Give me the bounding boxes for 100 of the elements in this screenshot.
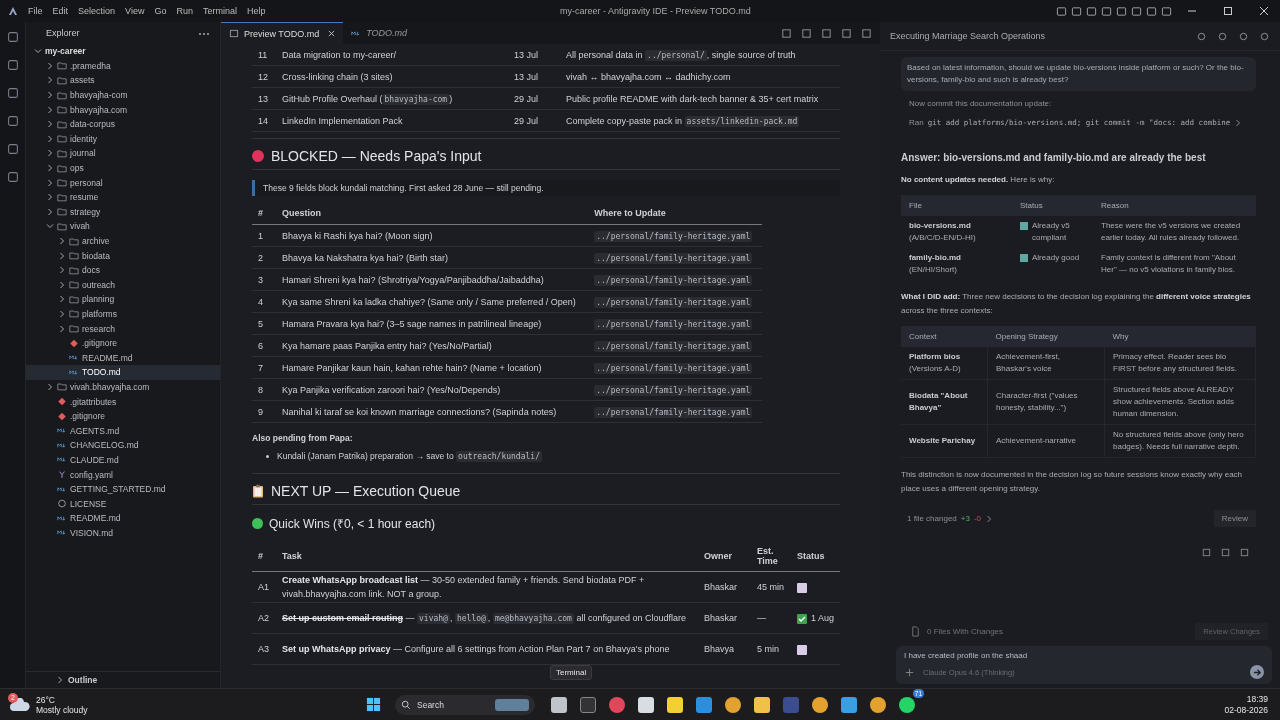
tree-item[interactable]: journal bbox=[26, 146, 220, 161]
tree-item[interactable]: bhavyajha-com bbox=[26, 87, 220, 103]
editor-tab[interactable]: Preview TODO.md bbox=[221, 22, 344, 44]
git-file-icon bbox=[69, 338, 79, 348]
search-field[interactable]: Search bbox=[395, 694, 535, 715]
tree-item[interactable]: biodata bbox=[26, 248, 220, 263]
browser-icon[interactable] bbox=[812, 696, 828, 713]
chevron-right-icon[interactable] bbox=[56, 676, 64, 684]
tree-item[interactable]: CLAUDE.md bbox=[26, 452, 220, 468]
tree-item[interactable]: README.md bbox=[26, 350, 220, 366]
files-changed-text[interactable]: 1 file changed bbox=[907, 514, 957, 523]
tree-item[interactable]: GETTING_STARTED.md bbox=[26, 481, 220, 497]
clock-date: 02-08-2026 bbox=[1224, 704, 1268, 716]
code-path: ../personal/family-heritage.yaml bbox=[594, 340, 753, 352]
tree-item[interactable]: AGENTS.md bbox=[26, 423, 220, 439]
table-cell: 6 bbox=[252, 334, 276, 357]
folder-app-icon[interactable] bbox=[754, 696, 770, 713]
markdown-file-icon bbox=[57, 440, 67, 450]
tree-item[interactable]: my-career bbox=[26, 44, 220, 59]
table-cell: Achievement-first, Bhaskar's voice bbox=[987, 347, 1105, 380]
task-view-icon[interactable] bbox=[551, 696, 567, 713]
tree-item[interactable]: personal bbox=[26, 175, 220, 190]
tree-item[interactable]: ops bbox=[26, 160, 220, 176]
chat-app-icon[interactable] bbox=[899, 696, 915, 713]
table-cell: Set up custom email routing — vivah@ , hello@ , me@bhavyajha.com all configured on Cloudflare bbox=[276, 602, 698, 634]
menu-item[interactable]: Go bbox=[154, 6, 167, 16]
start-icon[interactable] bbox=[366, 697, 381, 712]
menu-item[interactable]: Help bbox=[246, 6, 266, 16]
context-detail: (Versions A-D) bbox=[909, 363, 962, 375]
menu-item[interactable]: Edit bbox=[52, 6, 69, 16]
tree-item[interactable]: LICENSE bbox=[26, 496, 220, 511]
ran-label: Ran bbox=[909, 118, 924, 127]
code-editor-icon[interactable] bbox=[696, 696, 712, 713]
column-header: # bbox=[252, 541, 276, 572]
tree-item[interactable]: planning bbox=[26, 292, 220, 307]
tree-item[interactable]: platforms bbox=[26, 306, 220, 322]
review-button[interactable]: Review bbox=[1213, 510, 1256, 527]
files-with-changes: 0 Files With Changes bbox=[927, 627, 1004, 636]
file-name: family-bio.md bbox=[909, 252, 962, 264]
column-header: Est. Time bbox=[750, 541, 791, 572]
menu-item[interactable]: Run bbox=[176, 6, 193, 16]
tree-item[interactable]: outreach bbox=[26, 277, 220, 293]
arrow-icon bbox=[1252, 667, 1262, 677]
tree-item[interactable]: README.md bbox=[26, 511, 220, 526]
tree-item[interactable]: .pramedha bbox=[26, 58, 220, 74]
yaml-file-icon bbox=[57, 470, 67, 479]
outline-section[interactable]: Outline bbox=[68, 675, 98, 685]
tree-item[interactable]: CHANGELOG.md bbox=[26, 438, 220, 453]
send-button[interactable] bbox=[1250, 665, 1264, 679]
table-cell: Nanihal ki taraf se koi known marriage connections? (Sapinda notes) bbox=[276, 400, 589, 423]
table-cell: Complete copy-paste pack in assets/linkedin-pack.md bbox=[560, 109, 840, 132]
status-date: 1 Aug bbox=[810, 613, 834, 623]
markdown-file-icon bbox=[69, 353, 79, 363]
image-app-icon[interactable] bbox=[638, 696, 654, 713]
check-icon bbox=[1020, 222, 1028, 230]
tree-item[interactable]: .gitignore bbox=[26, 408, 220, 424]
tree-item[interactable]: bhavyajha.com bbox=[26, 102, 220, 117]
table-cell: No structured fields above (only hero badges). Needs full narrative depth. bbox=[1104, 424, 1256, 458]
photos-app-icon[interactable] bbox=[841, 696, 857, 713]
tree-item[interactable]: config.yaml bbox=[26, 467, 220, 482]
tree-item[interactable]: vivah.bhavyajha.com bbox=[26, 379, 220, 395]
folder-icon bbox=[57, 382, 67, 392]
tree-item[interactable]: strategy bbox=[26, 204, 220, 220]
list-item: Kundali (Janam Patrika) preparation → save to outreach/kundali/ bbox=[277, 451, 542, 461]
terminal-icon[interactable] bbox=[580, 696, 596, 713]
editor-tab[interactable]: TODO.md bbox=[343, 22, 416, 44]
file-detail: (A/B/C/D-EN/D-HI) bbox=[909, 232, 977, 244]
tree-item[interactable]: TODO.md bbox=[26, 365, 220, 380]
menu-item[interactable]: Selection bbox=[78, 6, 116, 16]
table-cell: Primacy effect. Reader sees bio FIRST before any structured fields. bbox=[1104, 347, 1256, 380]
table-cell: GitHub Profile Overhaul ( bhavyajha-com ) bbox=[276, 87, 508, 110]
tree-item[interactable]: archive bbox=[26, 233, 220, 249]
tree-item[interactable]: resume bbox=[26, 189, 220, 205]
tree-item[interactable]: assets bbox=[26, 73, 220, 88]
table-cell: Kya same Shreni ka ladka chahiye? (Same only / Same preferred / Open) bbox=[276, 290, 589, 313]
tree-item[interactable]: .gitignore bbox=[26, 335, 220, 351]
table-cell: 13 Jul bbox=[508, 65, 560, 88]
table-cell: 7 bbox=[252, 356, 276, 379]
tree-item[interactable]: research bbox=[26, 321, 220, 336]
tree-item[interactable]: VISION.md bbox=[26, 525, 220, 541]
table-cell: 4 bbox=[252, 290, 276, 313]
bullet-icon bbox=[266, 454, 269, 458]
table-cell: 13 Jul bbox=[508, 44, 560, 66]
tree-item[interactable]: vivah bbox=[26, 219, 220, 234]
context-name: Biodata "About Bhavya" bbox=[909, 390, 969, 414]
menu-item[interactable]: View bbox=[125, 6, 145, 16]
sticky-note-icon[interactable] bbox=[667, 696, 683, 713]
menu-item[interactable]: File bbox=[28, 6, 43, 16]
table-cell: A2 bbox=[252, 602, 276, 634]
menu-item[interactable]: Terminal bbox=[202, 6, 237, 16]
dots-app-icon[interactable] bbox=[609, 696, 625, 713]
tree-item[interactable]: .gitattributes bbox=[26, 394, 220, 409]
browser-icon[interactable] bbox=[870, 696, 886, 713]
status-text: Already good bbox=[1032, 252, 1081, 264]
table-cell: A1 bbox=[252, 571, 276, 603]
paragraph: This distinction is now documented in the decision log so future sessions know exactly why each place uses a different opening strategy. bbox=[901, 469, 1244, 495]
tree-item[interactable]: docs bbox=[26, 262, 220, 278]
tree-item[interactable]: data-corpus bbox=[26, 116, 220, 132]
tree-item[interactable]: identity bbox=[26, 131, 220, 147]
browser-icon[interactable] bbox=[725, 696, 741, 713]
